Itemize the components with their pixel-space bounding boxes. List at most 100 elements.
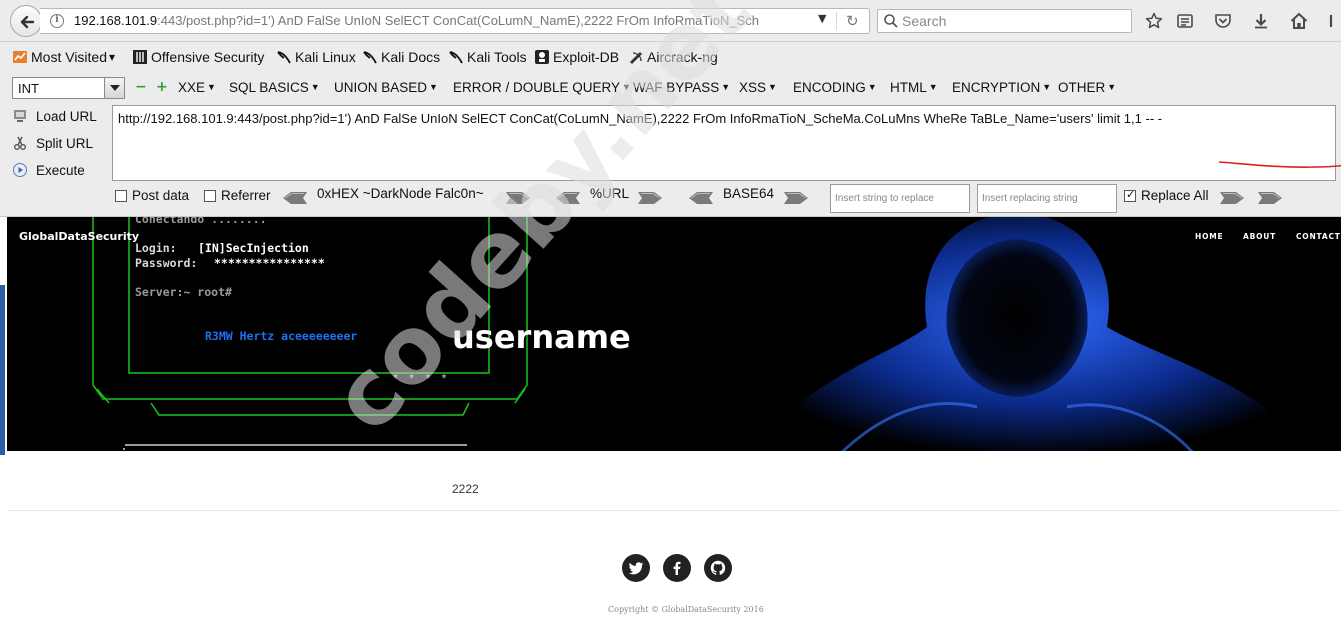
overflow-menu-icon[interactable] xyxy=(1325,10,1337,32)
bookmark-kali-docs[interactable]: Kali Docs xyxy=(362,49,440,65)
kali-dragon-icon xyxy=(449,51,463,64)
facebook-icon xyxy=(673,561,681,575)
menu-label: ENCRYPTION xyxy=(952,80,1041,95)
copyright-text: Copyright © GlobalDataSecurity 2016 xyxy=(608,605,764,614)
caret-down-icon: ▼ xyxy=(429,82,438,92)
terminal-login-value: [IN]SecInjection xyxy=(198,241,309,255)
menu-label: ENCODING xyxy=(793,80,866,95)
github-link[interactable] xyxy=(704,554,732,582)
replacing-string-input[interactable]: Insert replacing string xyxy=(977,184,1117,213)
base64-label: BASE64 xyxy=(723,186,775,201)
bookmark-star-icon[interactable] xyxy=(1143,10,1165,32)
menu-label: SQL BASICS xyxy=(229,80,309,95)
load-url-button[interactable]: Load URL xyxy=(12,108,97,124)
back-button[interactable] xyxy=(10,5,42,37)
reload-icon[interactable]: ↻ xyxy=(846,12,859,30)
site-nav-contact[interactable]: CONTACT xyxy=(1296,232,1341,241)
url-encode-arrow-icon[interactable] xyxy=(638,192,662,204)
scissors-icon xyxy=(14,136,26,150)
pocket-icon[interactable] xyxy=(1212,10,1234,32)
most-visited-icon xyxy=(13,51,27,63)
post-data-checkbox[interactable]: Post data xyxy=(115,188,189,203)
increase-icon[interactable]: + xyxy=(156,80,168,94)
terminal-login-label: Login: xyxy=(135,241,177,255)
menu-union-based[interactable]: UNION BASED ▼ xyxy=(334,80,438,95)
caret-down-icon: ▼ xyxy=(1107,82,1117,92)
caret-down-icon: ▼ xyxy=(768,82,777,92)
replace-all-checkbox[interactable]: Replace All xyxy=(1124,188,1209,203)
search-input[interactable]: Search xyxy=(902,13,946,29)
decrease-icon[interactable]: − xyxy=(135,80,147,94)
caret-down-icon: ▼ xyxy=(1042,82,1052,92)
site-info-icon[interactable]: i xyxy=(50,14,64,28)
split-url-button[interactable]: Split URL xyxy=(12,135,93,151)
red-annotation-underline xyxy=(1218,161,1341,168)
execute-play-icon xyxy=(13,163,27,177)
download-icon[interactable] xyxy=(1250,10,1272,32)
facebook-link[interactable] xyxy=(663,554,691,582)
url-host: 192.168.101.9 xyxy=(74,13,158,28)
load-url-icon xyxy=(14,110,26,122)
caret-down-icon: ▼ xyxy=(310,82,320,92)
bookmark-most-visited[interactable]: Most Visited ▾ xyxy=(12,49,115,65)
terminal-password-label: Password: xyxy=(135,256,198,270)
checkbox-box[interactable] xyxy=(204,189,216,202)
site-nav-home[interactable]: HOME xyxy=(1195,232,1223,241)
replace-forward-arrow-icon[interactable] xyxy=(1258,192,1282,204)
replace-string-input[interactable]: Insert string to replace xyxy=(830,184,970,213)
menu-label: XSS xyxy=(739,80,767,95)
split-url-label: Split URL xyxy=(36,135,94,151)
url-history-dropdown-icon[interactable]: ▼ xyxy=(818,12,826,25)
menu-encryption[interactable]: ENCRYPTION ▼ xyxy=(952,80,1051,95)
bookmark-offensive-security[interactable]: Offensive Security xyxy=(132,49,264,65)
menu-label: XXE xyxy=(178,80,206,95)
bookmark-label: Most Visited xyxy=(31,49,107,65)
checkbox-box-checked[interactable] xyxy=(1124,188,1136,202)
bookmark-label: Offensive Security xyxy=(151,49,265,65)
url-separator xyxy=(836,12,837,30)
checkbox-box[interactable] xyxy=(115,189,127,202)
injection-type-value: INT xyxy=(18,81,39,96)
menu-sql-basics[interactable]: SQL BASICS ▼ xyxy=(229,80,320,95)
terminal-server-prompt: Server:~ root# xyxy=(135,285,232,299)
base64-decode-arrow-icon[interactable] xyxy=(689,192,713,204)
home-icon[interactable] xyxy=(1288,10,1310,32)
menu-xxe[interactable]: XXE ▼ xyxy=(178,80,216,95)
terminal-password-value: **************** xyxy=(214,256,325,270)
hackbar-url-textarea[interactable]: http://192.168.101.9:443/post.php?id=1')… xyxy=(112,105,1341,181)
menu-label: HTML xyxy=(890,80,927,95)
menu-xss[interactable]: XSS ▼ xyxy=(739,80,777,95)
execute-button[interactable]: Execute xyxy=(12,162,85,178)
menu-other[interactable]: OTHER ▼ xyxy=(1058,80,1116,95)
bookmark-kali-tools[interactable]: Kali Tools xyxy=(448,49,527,65)
kali-dragon-icon xyxy=(277,51,291,64)
select-arrow-icon[interactable] xyxy=(104,78,124,98)
menu-html[interactable]: HTML ▼ xyxy=(890,80,938,95)
hero-banner: GlobalDataSecurity HOME ABOUT CONTACT Co… xyxy=(7,217,1341,451)
reading-list-icon[interactable] xyxy=(1174,10,1196,32)
caret-down-icon: ▼ xyxy=(867,82,877,92)
menu-encoding[interactable]: ENCODING ▼ xyxy=(793,80,877,95)
search-bar[interactable]: Search xyxy=(877,9,1132,33)
back-arrow-icon xyxy=(20,15,35,29)
left-edge-accent xyxy=(0,285,5,455)
content-divider xyxy=(7,510,1341,511)
hex-decode-arrow-icon[interactable] xyxy=(283,192,307,204)
bookmark-label: Kali Linux xyxy=(295,49,356,65)
replace-arrow-icon[interactable] xyxy=(1220,192,1244,204)
caret-down-icon: ▼ xyxy=(721,82,731,92)
load-url-label: Load URL xyxy=(36,108,97,124)
twitter-link[interactable] xyxy=(622,554,650,582)
site-nav-about[interactable]: ABOUT xyxy=(1243,232,1276,241)
referrer-checkbox[interactable]: Referrer xyxy=(204,188,271,203)
site-brand[interactable]: GlobalDataSecurity xyxy=(19,230,139,243)
injection-type-select[interactable]: INT xyxy=(12,77,125,99)
base64-encode-arrow-icon[interactable] xyxy=(784,192,808,204)
kali-dragon-icon xyxy=(363,51,377,64)
twitter-icon xyxy=(628,562,643,575)
github-icon xyxy=(710,560,726,575)
caret-down-icon: ▼ xyxy=(928,82,938,92)
bookmark-kali-linux[interactable]: Kali Linux xyxy=(276,49,356,65)
bookmark-label: Kali Tools xyxy=(467,49,527,65)
menu-label: UNION BASED xyxy=(334,80,428,95)
